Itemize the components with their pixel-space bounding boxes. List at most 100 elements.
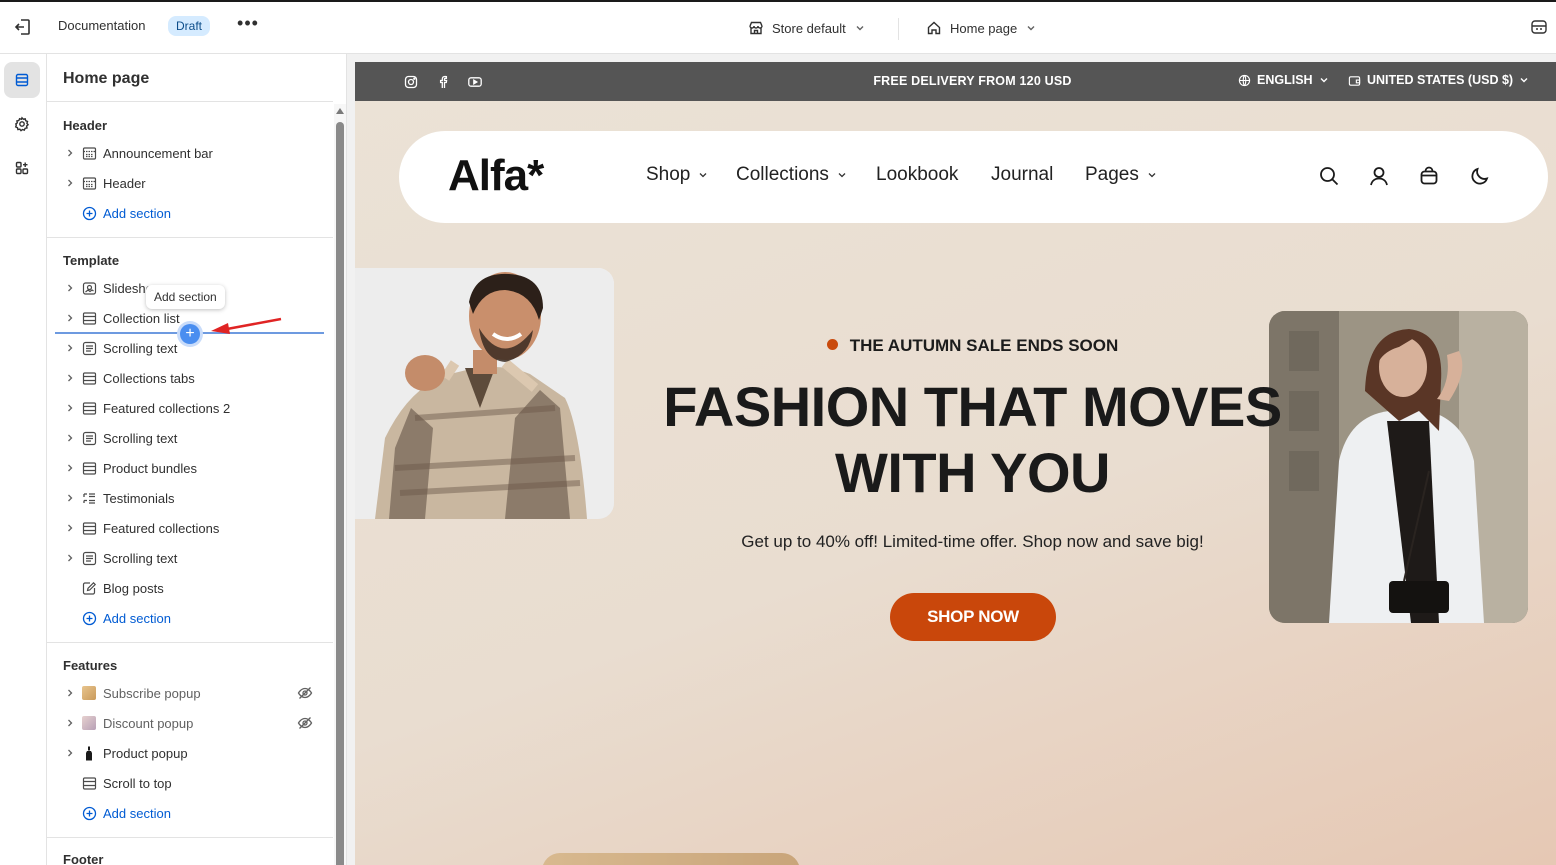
search-icon[interactable] — [1318, 165, 1340, 187]
sidebar-scrollbar[interactable] — [334, 104, 346, 865]
chevron-right-icon[interactable] — [63, 461, 77, 475]
section-item-subscribe-popup[interactable]: Subscribe popup — [63, 679, 325, 707]
sections-sidebar: Home page Header Announcement bar Header… — [47, 54, 347, 865]
chevron-down-icon — [1148, 173, 1156, 178]
chevron-right-icon[interactable] — [63, 746, 77, 760]
text-block-icon — [81, 550, 97, 566]
page-selector[interactable]: Home page — [926, 15, 1037, 41]
section-item-scrolling-text[interactable]: Scrolling text — [63, 424, 325, 452]
exit-icon[interactable] — [12, 16, 34, 38]
store-logo[interactable]: Alfa* — [448, 151, 544, 201]
section-item-label: Subscribe popup — [103, 685, 201, 701]
divider — [47, 101, 333, 102]
nav-item-lookbook[interactable]: Lookbook — [876, 164, 958, 186]
hidden-eye-icon[interactable] — [297, 715, 313, 731]
cart-bag-icon[interactable] — [1418, 165, 1440, 187]
nav-item-shop[interactable]: Shop — [646, 164, 708, 186]
nav-item-pages[interactable]: Pages — [1085, 164, 1157, 186]
chevron-right-icon[interactable] — [63, 431, 77, 445]
store-selector[interactable]: Store default — [748, 15, 866, 41]
store-icon — [749, 21, 763, 35]
chevron-right-icon[interactable] — [63, 341, 77, 355]
group-title-features: Features — [63, 658, 118, 673]
currency-selector[interactable]: UNITED STATES (USD $) — [1348, 73, 1529, 87]
section-item-label: Scrolling text — [103, 550, 178, 566]
moon-icon[interactable] — [1469, 165, 1491, 187]
chevron-right-icon[interactable] — [63, 281, 77, 295]
section-item-announcement-bar[interactable]: Announcement bar — [63, 139, 325, 167]
apps-icon — [15, 161, 29, 175]
nav-item-label: Pages — [1085, 164, 1139, 185]
section-item-featured-collections-2[interactable]: Featured collections 2 — [63, 394, 325, 422]
section-item-testimonials[interactable]: Testimonials — [63, 484, 325, 512]
section-item-scroll-to-top[interactable]: Scroll to top — [63, 769, 325, 797]
section-item-discount-popup[interactable]: Discount popup — [63, 709, 325, 737]
account-icon[interactable] — [1368, 165, 1390, 187]
add-section-button[interactable]: Add section — [63, 604, 325, 632]
theme-settings-tab[interactable] — [4, 106, 40, 142]
chevron-down-icon — [838, 173, 846, 178]
slideshow-icon — [81, 280, 97, 296]
add-section-button[interactable]: Add section — [63, 799, 325, 827]
nav-item-label: Lookbook — [876, 164, 959, 185]
language-label: ENGLISH — [1257, 73, 1313, 87]
apps-tab[interactable] — [4, 150, 40, 186]
chevron-right-icon[interactable] — [63, 551, 77, 565]
hero-headline-line-1: FASHION THAT MOVES — [663, 375, 1282, 438]
section-item-label: Featured collections — [103, 520, 220, 536]
blog-edit-icon — [81, 580, 97, 596]
section-layout-icon — [81, 400, 97, 416]
section-item-label: Product bundles — [103, 460, 197, 476]
section-item-collections-tabs[interactable]: Collections tabs — [63, 364, 325, 392]
section-item-label: Blog posts — [103, 580, 164, 596]
chevron-right-icon[interactable] — [63, 686, 77, 700]
divider — [47, 837, 333, 838]
hero-eyebrow: THE AUTUMN SALE ENDS SOON — [355, 336, 1556, 356]
device-preview-icon[interactable] — [1530, 18, 1550, 38]
divider — [47, 642, 333, 643]
chevron-right-icon[interactable] — [63, 311, 77, 325]
nav-item-label: Journal — [991, 164, 1054, 185]
store-header: Alfa* Shop Collections Lookbook Journal … — [399, 131, 1548, 223]
section-item-label: Scrolling text — [103, 340, 178, 356]
store-preview: FREE DELIVERY FROM 120 USD ENGLISH UNITE… — [355, 62, 1556, 865]
language-selector[interactable]: ENGLISH — [1238, 73, 1329, 87]
sections-tab[interactable] — [4, 62, 40, 98]
section-layout-icon — [81, 310, 97, 326]
home-icon — [927, 21, 941, 35]
chevron-right-icon[interactable] — [63, 491, 77, 505]
sections-icon — [15, 73, 29, 87]
currency-label: UNITED STATES (USD $) — [1367, 73, 1514, 87]
add-section-tooltip: Add section — [146, 285, 225, 309]
section-layout-icon — [81, 460, 97, 476]
hero-eyebrow-text: THE AUTUMN SALE ENDS SOON — [849, 336, 1119, 355]
section-item-header[interactable]: Header — [63, 169, 325, 197]
section-item-scrolling-text[interactable]: Scrolling text — [63, 544, 325, 572]
scrollbar-thumb[interactable] — [336, 122, 344, 865]
hidden-eye-icon[interactable] — [297, 685, 313, 701]
nav-item-collections[interactable]: Collections — [736, 164, 847, 186]
section-item-product-popup[interactable]: Product popup — [63, 739, 325, 767]
page-selector-label: Home page — [950, 20, 1018, 36]
chevron-right-icon[interactable] — [63, 521, 77, 535]
section-item-product-bundles[interactable]: Product bundles — [63, 454, 325, 482]
chevron-right-icon[interactable] — [63, 401, 77, 415]
add-section-button[interactable]: Add section — [63, 199, 325, 227]
section-item-blog-posts[interactable]: Blog posts — [63, 574, 325, 602]
hero-headline: FASHION THAT MOVES WITH YOU — [355, 374, 1556, 506]
nav-item-journal[interactable]: Journal — [991, 164, 1053, 186]
chevron-right-icon[interactable] — [63, 176, 77, 190]
scroll-up-arrow-icon[interactable] — [336, 108, 344, 114]
more-actions-button[interactable]: ••• — [236, 14, 260, 38]
chevron-right-icon[interactable] — [63, 371, 77, 385]
shop-now-button[interactable]: SHOP NOW — [890, 593, 1056, 641]
chevron-right-icon[interactable] — [63, 716, 77, 730]
next-section-image — [542, 853, 800, 865]
group-title-footer: Footer — [63, 852, 104, 865]
status-dot-icon — [826, 339, 838, 350]
chevron-right-icon[interactable] — [63, 146, 77, 160]
section-item-featured-collections[interactable]: Featured collections — [63, 514, 325, 542]
page-title: Home page — [63, 70, 150, 87]
add-section-label: Add section — [103, 610, 171, 626]
section-layout-icon — [81, 370, 97, 386]
